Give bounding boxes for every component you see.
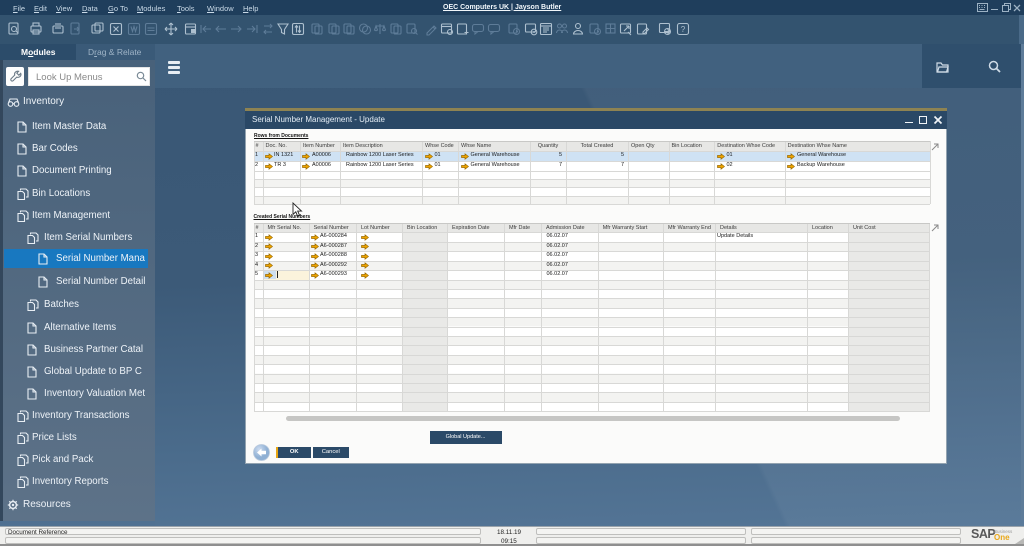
svg-text:?: ? <box>681 25 686 34</box>
